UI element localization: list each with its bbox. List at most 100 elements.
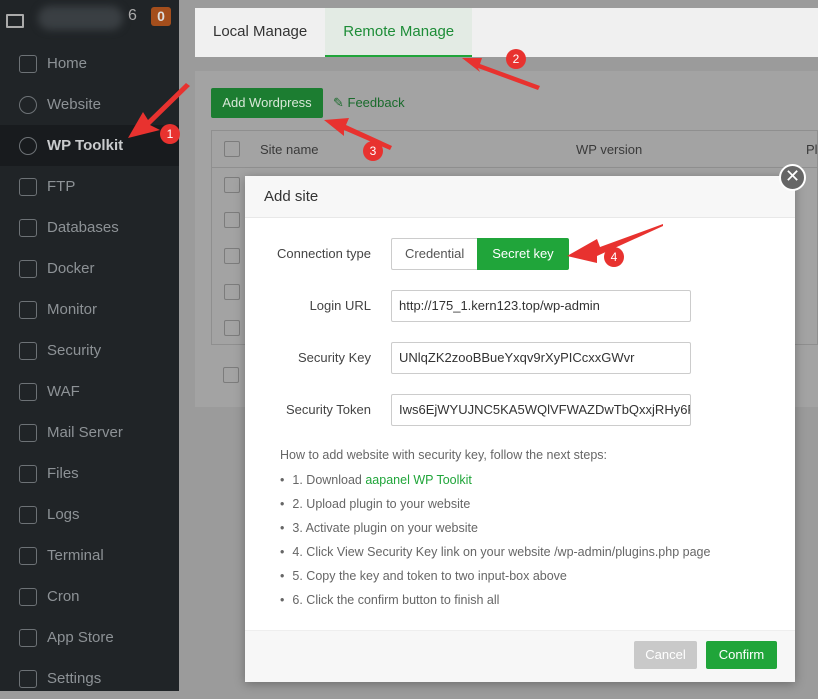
monitor-icon	[6, 14, 24, 28]
close-icon[interactable]: ✕	[779, 164, 806, 191]
home-icon	[19, 54, 37, 73]
help-step: 6. Click the confirm button to finish al…	[280, 588, 710, 612]
wp-toolkit-download-link[interactable]: aapanel WP Toolkit	[365, 473, 472, 487]
sidebar-item-home[interactable]: Home	[0, 43, 179, 84]
sidebar-item-terminal[interactable]: Terminal	[0, 535, 179, 576]
sidebar-item-label: Databases	[47, 219, 119, 236]
sidebar-item-waf[interactable]: WAF	[0, 371, 179, 412]
row-checkbox[interactable]	[224, 320, 240, 336]
sidebar-item-wp-toolkit[interactable]: WP Toolkit	[0, 125, 179, 166]
databases-icon	[19, 218, 37, 237]
step-text: 1. Download	[292, 473, 366, 487]
sidebar-item-label: Website	[47, 96, 101, 113]
select-all-checkbox[interactable]	[224, 141, 240, 157]
sidebar-item-app-store[interactable]: App Store	[0, 617, 179, 658]
cron-icon	[19, 587, 37, 606]
sidebar-item-label: Files	[47, 465, 79, 482]
sidebar-item-ftp[interactable]: FTP	[0, 166, 179, 207]
annotation-4: 4	[604, 247, 624, 267]
col-wp-version: WP version	[576, 142, 643, 157]
row-checkbox[interactable]	[224, 177, 240, 193]
cancel-button[interactable]: Cancel	[634, 641, 697, 669]
sidebar: 6 0 Home Website WP Toolkit FTP Databases Doc…	[0, 0, 179, 691]
app-store-icon	[19, 628, 37, 647]
feedback-link[interactable]: ✎ Feedback	[333, 95, 405, 111]
add-site-dialog: Add site Connection type Credential Secr…	[245, 176, 795, 682]
connection-type-row: Connection type Credential Secret key	[245, 238, 795, 272]
sidebar-item-logs[interactable]: Logs	[0, 494, 179, 535]
website-icon	[19, 95, 37, 114]
waf-icon	[19, 382, 37, 401]
help-step: 5. Copy the key and token to two input-b…	[280, 564, 710, 588]
sidebar-item-label: Security	[47, 342, 102, 359]
annotation-2: 2	[506, 49, 526, 69]
ftp-icon	[19, 177, 37, 196]
security-icon	[19, 341, 37, 360]
mail-server-icon	[19, 423, 37, 442]
credential-option[interactable]: Credential	[391, 238, 478, 270]
settings-icon	[19, 669, 37, 688]
annotation-1: 1	[160, 124, 180, 144]
sidebar-item-settings[interactable]: Settings	[0, 658, 179, 699]
tab-bar: Local Manage Remote Manage	[195, 8, 818, 57]
sidebar-item-label: FTP	[47, 178, 76, 195]
confirm-button[interactable]: Confirm	[706, 641, 777, 669]
secret-key-option[interactable]: Secret key	[477, 238, 569, 270]
feedback-label: Feedback	[347, 95, 405, 110]
login-url-input[interactable]: http://175_1.kern123.top/wp-admin	[391, 290, 691, 322]
wp-toolkit-icon	[19, 136, 37, 155]
help-step: 4. Click View Security Key link on your …	[280, 540, 710, 564]
col-site-name: Site name	[260, 142, 319, 157]
logs-icon	[19, 505, 37, 524]
security-key-label: Security Key	[298, 350, 371, 365]
help-instructions: How to add website with security key, fo…	[280, 448, 710, 612]
dialog-footer: Cancel Confirm	[245, 630, 795, 682]
docker-icon	[19, 259, 37, 278]
col-plugins: Pl	[806, 142, 818, 157]
row-checkbox[interactable]	[224, 212, 240, 228]
blurred-server-name	[38, 6, 123, 30]
sidebar-item-label: Home	[47, 55, 88, 72]
sidebar-item-website[interactable]: Website	[0, 84, 179, 125]
sidebar-item-label: Settings	[47, 670, 102, 687]
dialog-title: Add site	[245, 176, 795, 218]
row-checkbox[interactable]	[224, 284, 240, 300]
sidebar-item-monitor[interactable]: Monitor	[0, 289, 179, 330]
help-step: 1. Download aapanel WP Toolkit	[280, 468, 710, 492]
sidebar-item-label: Terminal	[47, 547, 104, 564]
security-key-input[interactable]: UNlqZK2zooBBueYxqv9rXyPICcxxGWvr	[391, 342, 691, 374]
edit-icon: ✎	[333, 95, 348, 110]
footer-checkbox[interactable]	[223, 367, 239, 383]
sidebar-item-label: Logs	[47, 506, 80, 523]
tab-local-manage[interactable]: Local Manage	[195, 8, 325, 57]
add-wordpress-button[interactable]: Add Wordpress	[211, 88, 323, 118]
sidebar-item-label: WP Toolkit	[47, 137, 124, 154]
sidebar-item-security[interactable]: Security	[0, 330, 179, 371]
sidebar-item-label: App Store	[47, 629, 114, 646]
sidebar-item-cron[interactable]: Cron	[0, 576, 179, 617]
monitor-icon	[19, 300, 37, 319]
help-title: How to add website with security key, fo…	[280, 448, 608, 462]
sidebar-item-label: WAF	[47, 383, 80, 400]
sidebar-item-label: Cron	[47, 588, 80, 605]
sidebar-item-databases[interactable]: Databases	[0, 207, 179, 248]
server-suffix: 6	[128, 7, 137, 24]
security-token-input[interactable]: Iws6EjWYUJNC5KA5WQlVFWAZDwTbQxxjRHy6R3	[391, 394, 691, 426]
server-header: 6 0	[0, 0, 179, 42]
sidebar-item-docker[interactable]: Docker	[0, 248, 179, 289]
tab-remote-manage[interactable]: Remote Manage	[325, 8, 473, 57]
help-step: 3. Activate plugin on your website	[280, 516, 710, 540]
sidebar-item-files[interactable]: Files	[0, 453, 179, 494]
sidebar-item-mail-server[interactable]: Mail Server	[0, 412, 179, 453]
security-token-label: Security Token	[285, 402, 371, 417]
annotation-3: 3	[363, 141, 383, 161]
table-header: Site name WP version Pl	[212, 131, 818, 168]
sidebar-item-label: Monitor	[47, 301, 98, 318]
sidebar-item-label: Docker	[47, 260, 95, 277]
help-step: 2. Upload plugin to your website	[280, 492, 710, 516]
row-checkbox[interactable]	[224, 248, 240, 264]
files-icon	[19, 464, 37, 483]
login-url-label: Login URL	[309, 298, 371, 313]
sidebar-item-label: Mail Server	[47, 424, 123, 441]
notification-badge[interactable]: 0	[151, 7, 171, 26]
